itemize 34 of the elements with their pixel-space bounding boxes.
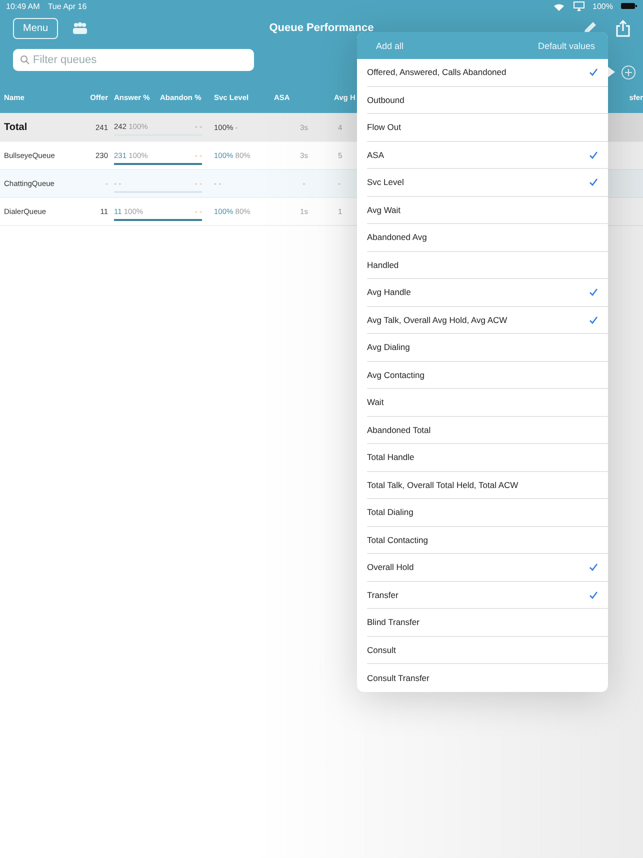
- add-icon[interactable]: [621, 65, 636, 80]
- column-option[interactable]: Consult Transfer: [367, 664, 608, 692]
- column-option[interactable]: Consult: [367, 636, 608, 664]
- screen-icon: [572, 1, 585, 11]
- column-option[interactable]: ASA: [367, 142, 608, 169]
- queue-name: Total: [4, 122, 28, 132]
- column-option[interactable]: Flow Out: [367, 114, 608, 142]
- screen-title: Queue Performance: [269, 22, 374, 34]
- column-option[interactable]: Avg Talk, Overall Avg Hold, Avg ACW: [367, 306, 608, 334]
- column-option[interactable]: Svc Level: [367, 169, 608, 196]
- search-field[interactable]: Filter queues: [13, 49, 254, 71]
- column-option[interactable]: Total Talk, Overall Total Held, Total ACW: [367, 472, 608, 499]
- column-option[interactable]: Avg Dialing: [367, 334, 608, 362]
- battery-percent: 100%: [592, 2, 613, 10]
- column-option[interactable]: Avg Handle: [367, 279, 608, 306]
- column-option[interactable]: Outbound: [367, 86, 608, 114]
- column-option[interactable]: Overall Hold: [367, 554, 608, 582]
- column-option[interactable]: Total Dialing: [367, 499, 608, 526]
- column-option[interactable]: Abandoned Avg: [367, 224, 608, 252]
- column-option[interactable]: Transfer: [367, 582, 608, 609]
- status-date: Tue Apr 16: [48, 2, 87, 10]
- status-time: 10:49 AM: [6, 2, 40, 10]
- column-option[interactable]: Wait: [367, 389, 608, 416]
- column-option[interactable]: Total Handle: [367, 444, 608, 472]
- column-option[interactable]: Avg Wait: [367, 196, 608, 224]
- battery-icon: [621, 2, 637, 10]
- column-option[interactable]: Handled: [367, 252, 608, 279]
- people-icon[interactable]: [72, 22, 88, 34]
- column-option[interactable]: Abandoned Total: [367, 416, 608, 444]
- column-option[interactable]: Blind Transfer: [367, 609, 608, 636]
- column-option[interactable]: Total Contacting: [367, 526, 608, 554]
- column-option[interactable]: Offered, Answered, Calls Abandoned: [367, 59, 608, 86]
- column-option[interactable]: Avg Contacting: [367, 362, 608, 389]
- share-icon[interactable]: [616, 20, 630, 36]
